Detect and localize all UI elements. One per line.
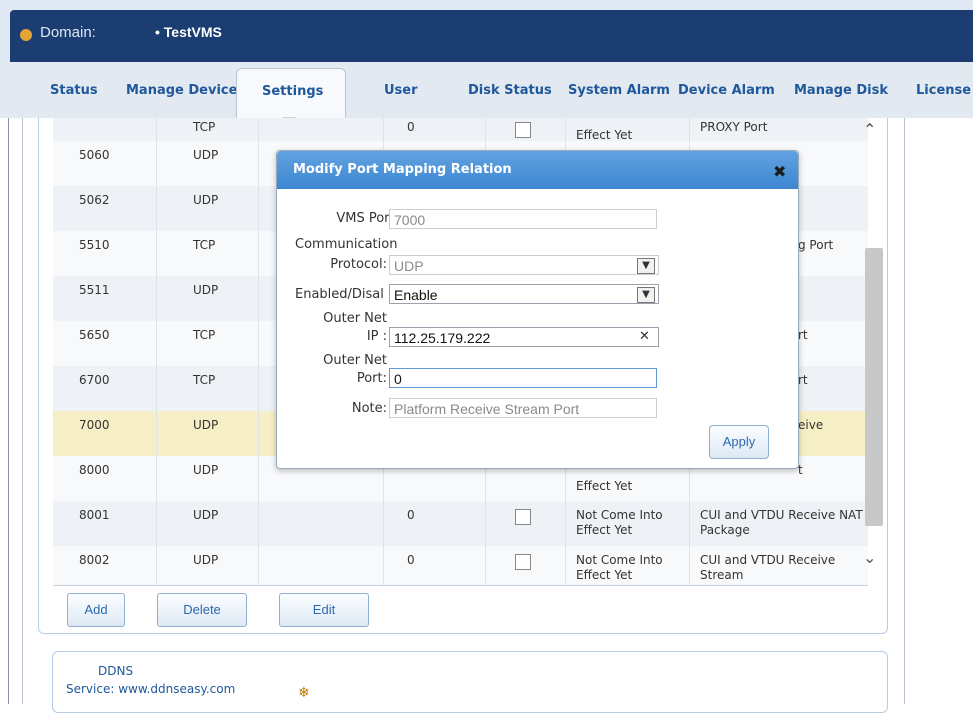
column-divider xyxy=(156,118,157,585)
vms-port-label: VMS Port: xyxy=(336,211,399,226)
protocol-cell: UDP xyxy=(193,508,219,522)
table-row[interactable]: 8002 UDP 0 Not Come Into Effect Yet CUI … xyxy=(53,546,868,585)
checkbox[interactable] xyxy=(515,509,531,525)
outer-port-field[interactable]: 0 xyxy=(389,368,657,388)
port-cell: 7000 xyxy=(79,418,110,432)
protocol-cell: UDP xyxy=(193,463,219,477)
column-divider xyxy=(258,118,259,585)
main-nav: Status Manage Device User Disk Status Sy… xyxy=(0,62,973,119)
status-cell: Not Come Into Effect Yet xyxy=(576,508,663,537)
port-cell: 5060 xyxy=(79,148,110,162)
tab-license[interactable]: License xyxy=(916,83,971,98)
add-button[interactable]: Add xyxy=(67,593,125,627)
note-cell: rt xyxy=(798,373,808,387)
domain-value: • TestVMS xyxy=(155,24,222,40)
outer-port-cell: 0 xyxy=(407,508,415,522)
enabled-select[interactable]: Enable xyxy=(389,284,659,304)
vms-port-field[interactable]: 7000 xyxy=(389,209,657,229)
left-border xyxy=(8,118,9,704)
ddns-title: DDNS xyxy=(98,664,134,678)
port-cell: 5511 xyxy=(79,283,110,297)
chevron-down-icon[interactable]: ▼ xyxy=(637,287,655,303)
outer-port-cell: 0 xyxy=(407,120,415,134)
outer-port-label-2: Port: xyxy=(356,371,387,386)
edit-button[interactable]: Edit xyxy=(279,593,369,627)
note-cell: eive xyxy=(798,418,824,432)
note-cell: rt xyxy=(798,328,808,342)
port-cell: 8001 xyxy=(79,508,110,522)
outer-port-cell: 0 xyxy=(407,553,415,567)
table-row-partial[interactable]: TCP 0 Effect Yet PROXY Port xyxy=(53,118,868,142)
outer-ip-field[interactable]: 112.25.179.222 xyxy=(389,327,659,347)
tab-disk-status[interactable]: Disk Status xyxy=(468,83,552,98)
note-field[interactable]: Platform Receive Stream Port xyxy=(389,398,657,418)
protocol-cell: TCP xyxy=(193,238,216,252)
modify-port-mapping-dialog: Modify Port Mapping Relation ✖ VMS Port:… xyxy=(276,150,799,469)
status-cell: Effect Yet xyxy=(576,479,633,493)
tab-settings-label: Settings xyxy=(262,84,324,99)
scroll-down-icon[interactable]: ⌄ xyxy=(863,548,876,567)
protocol-cell: UDP xyxy=(193,193,219,207)
apply-button[interactable]: Apply xyxy=(709,425,769,459)
port-cell: 5062 xyxy=(79,193,110,207)
left-border-inner xyxy=(22,118,23,704)
delete-button[interactable]: Delete xyxy=(157,593,247,627)
protocol-cell: TCP xyxy=(193,373,216,387)
protocol-label: Protocol: xyxy=(330,257,387,272)
tab-device-alarm[interactable]: Device Alarm xyxy=(678,83,775,98)
right-border xyxy=(904,118,905,704)
tab-system-alarm[interactable]: System Alarm xyxy=(568,83,670,98)
tab-settings[interactable]: Settings xyxy=(236,68,346,119)
dialog-header: Modify Port Mapping Relation ✖ xyxy=(277,151,798,189)
tab-status[interactable]: Status xyxy=(50,83,98,98)
port-cell: 5510 xyxy=(79,238,110,252)
table-row[interactable]: 8001 UDP 0 Not Come Into Effect Yet CUI … xyxy=(53,501,868,546)
scrollbar-thumb[interactable] xyxy=(865,248,883,526)
tab-user[interactable]: User xyxy=(384,83,418,98)
protocol-select[interactable]: UDP xyxy=(389,255,659,275)
enabled-label: Enabled/Disal xyxy=(295,287,384,302)
note-cell: CUI and VTDU Receive Stream xyxy=(700,553,836,582)
checkbox[interactable] xyxy=(515,122,531,138)
port-cell: 5650 xyxy=(79,328,110,342)
protocol-cell: UDP xyxy=(193,553,219,567)
outer-ip-label-2: IP : xyxy=(366,329,387,344)
port-cell: 8000 xyxy=(79,463,110,477)
close-icon[interactable]: ✖ xyxy=(773,162,786,181)
port-cell: 8002 xyxy=(79,553,110,567)
protocol-cell: TCP xyxy=(193,120,216,134)
domain-status-dot xyxy=(20,29,32,41)
note-label: Note: xyxy=(351,401,387,416)
protocol-cell: UDP xyxy=(193,148,219,162)
domain-label: Domain: xyxy=(40,24,96,41)
note-cell: PROXY Port xyxy=(700,120,768,134)
outer-port-label: Outer Net xyxy=(323,353,387,368)
outer-ip-label: Outer Net xyxy=(323,311,387,326)
ddns-service: Service: www.ddnseasy.com xyxy=(66,682,236,696)
note-cell: t xyxy=(798,463,803,477)
top-bar: Domain: • TestVMS xyxy=(0,0,973,62)
chevron-down-icon[interactable]: ▼ xyxy=(637,258,655,274)
scroll-up-icon[interactable]: ⌃ xyxy=(863,120,876,139)
tab-manage-disk[interactable]: Manage Disk xyxy=(794,83,888,98)
protocol-cell: UDP xyxy=(193,283,219,297)
clear-icon[interactable]: ✕ xyxy=(639,329,650,344)
tab-manage-device[interactable]: Manage Device xyxy=(126,83,237,98)
dialog-title: Modify Port Mapping Relation xyxy=(293,162,512,177)
protocol-cell: UDP xyxy=(193,418,219,432)
communication-label: Communication xyxy=(295,237,398,252)
domain-bar: Domain: • TestVMS xyxy=(10,10,973,62)
status-cell: Not Come Into Effect Yet xyxy=(576,553,663,582)
ddns-logo-icon: ❄ xyxy=(298,685,310,701)
checkbox[interactable] xyxy=(515,554,531,570)
port-cell: 6700 xyxy=(79,373,110,387)
protocol-cell: TCP xyxy=(193,328,216,342)
note-cell: CUI and VTDU Receive NAT Package xyxy=(700,508,863,537)
note-cell: g Port xyxy=(798,238,834,252)
